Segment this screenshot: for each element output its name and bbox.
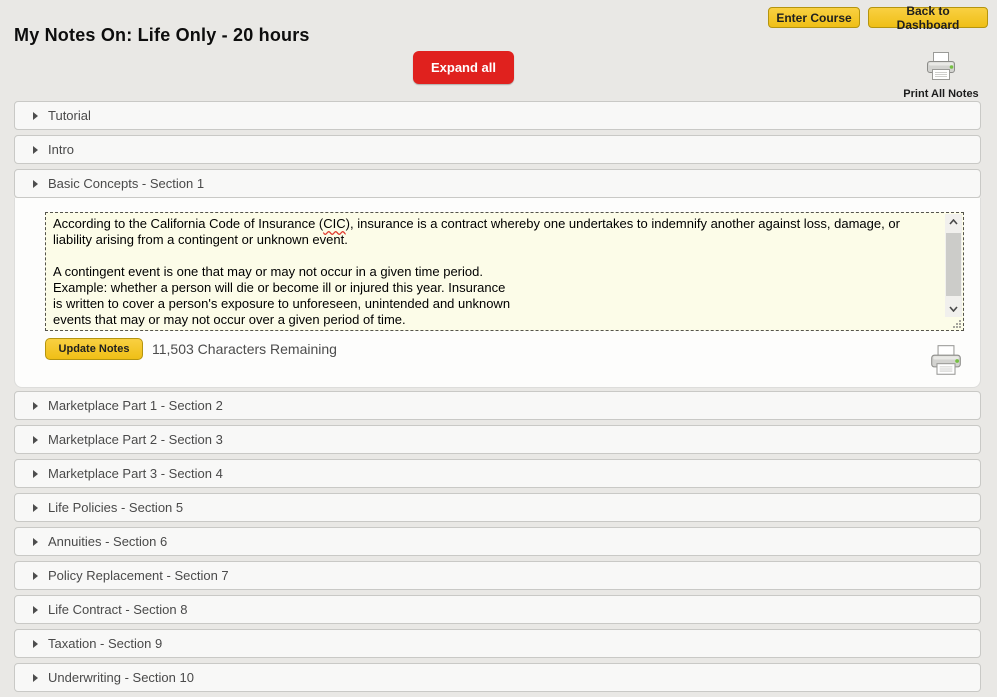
section-label: Marketplace Part 3 - Section 4 xyxy=(48,466,223,481)
section-label: Intro xyxy=(48,142,74,157)
section-header-life-contract[interactable]: Life Contract - Section 8 xyxy=(14,595,981,624)
note-editor-panel: According to the California Code of Insu… xyxy=(14,198,981,388)
characters-remaining: 11,503 Characters Remaining xyxy=(152,341,337,357)
chevron-up-icon[interactable] xyxy=(949,219,958,225)
triangle-right-icon xyxy=(33,572,38,580)
back-to-dashboard-button[interactable]: Back to Dashboard xyxy=(868,7,988,28)
section-header-marketplace-2[interactable]: Marketplace Part 2 - Section 3 xyxy=(14,425,981,454)
sections-accordion: Tutorial Intro Basic Concepts - Section … xyxy=(14,101,981,697)
triangle-right-icon xyxy=(33,674,38,682)
triangle-right-icon xyxy=(33,146,38,154)
triangle-right-icon xyxy=(33,402,38,410)
update-notes-button[interactable]: Update Notes xyxy=(45,338,143,360)
section-header-underwriting[interactable]: Underwriting - Section 10 xyxy=(14,663,981,692)
scrollbar-thumb[interactable] xyxy=(946,233,961,296)
textarea-scrollbar[interactable] xyxy=(945,214,962,317)
triangle-right-icon xyxy=(33,180,38,188)
triangle-right-icon xyxy=(33,538,38,546)
section-header-marketplace-3[interactable]: Marketplace Part 3 - Section 4 xyxy=(14,459,981,488)
section-label: Taxation - Section 9 xyxy=(48,636,162,651)
print-all-notes-button[interactable]: Print All Notes xyxy=(895,51,987,100)
triangle-right-icon xyxy=(33,606,38,614)
section-header-basic-concepts[interactable]: Basic Concepts - Section 1 xyxy=(14,169,981,198)
note-text: According to the California Code of Insu… xyxy=(46,213,963,331)
section-header-tutorial[interactable]: Tutorial xyxy=(14,101,981,130)
triangle-right-icon xyxy=(33,640,38,648)
resize-grip-icon[interactable] xyxy=(952,319,961,328)
section-label: Basic Concepts - Section 1 xyxy=(48,176,204,191)
misspelled-word: CIC xyxy=(323,216,345,231)
section-header-annuities[interactable]: Annuities - Section 6 xyxy=(14,527,981,556)
notes-textarea[interactable]: According to the California Code of Insu… xyxy=(45,212,964,331)
print-section-notes-button[interactable] xyxy=(928,344,964,382)
section-label: Life Policies - Section 5 xyxy=(48,500,183,515)
section-header-life-policies[interactable]: Life Policies - Section 5 xyxy=(14,493,981,522)
triangle-right-icon xyxy=(33,436,38,444)
section-label: Tutorial xyxy=(48,108,91,123)
printer-icon xyxy=(924,51,958,82)
triangle-right-icon xyxy=(33,112,38,120)
section-label: Annuities - Section 6 xyxy=(48,534,167,549)
section-header-taxation[interactable]: Taxation - Section 9 xyxy=(14,629,981,658)
section-header-intro[interactable]: Intro xyxy=(14,135,981,164)
section-label: Underwriting - Section 10 xyxy=(48,670,194,685)
section-label: Policy Replacement - Section 7 xyxy=(48,568,229,583)
triangle-right-icon xyxy=(33,470,38,478)
note-actions: Update Notes 11,503 Characters Remaining xyxy=(45,338,964,360)
section-label: Life Contract - Section 8 xyxy=(48,602,187,617)
print-all-notes-label: Print All Notes xyxy=(895,88,987,100)
page-title: My Notes On: Life Only - 20 hours xyxy=(14,25,310,46)
printer-icon xyxy=(928,344,964,377)
section-label: Marketplace Part 1 - Section 2 xyxy=(48,398,223,413)
section-header-marketplace-1[interactable]: Marketplace Part 1 - Section 2 xyxy=(14,391,981,420)
expand-all-button[interactable]: Expand all xyxy=(413,51,514,84)
enter-course-button[interactable]: Enter Course xyxy=(768,7,860,28)
section-label: Marketplace Part 2 - Section 3 xyxy=(48,432,223,447)
chevron-down-icon[interactable] xyxy=(949,306,958,312)
section-header-policy-replacement[interactable]: Policy Replacement - Section 7 xyxy=(14,561,981,590)
triangle-right-icon xyxy=(33,504,38,512)
